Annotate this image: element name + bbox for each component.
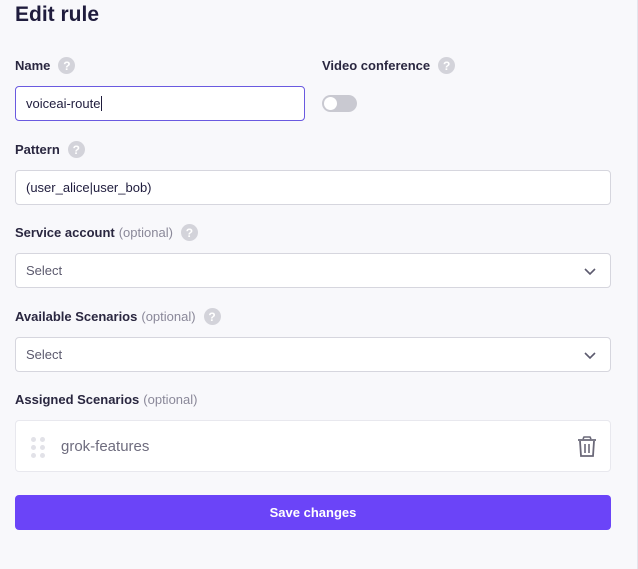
pattern-label: Pattern ? — [15, 141, 85, 158]
assigned-scenario-item: grok-features — [15, 420, 611, 472]
video-conference-toggle[interactable] — [322, 95, 357, 112]
question-circle-icon[interactable]: ? — [180, 224, 198, 241]
video-conference-label-text: Video conference — [322, 58, 431, 73]
toggle-knob — [324, 97, 337, 110]
save-changes-button[interactable]: Save changes — [15, 495, 611, 530]
service-account-selected: Select — [26, 263, 63, 278]
page-title: Edit rule — [15, 3, 100, 26]
available-scenarios-selected: Select — [26, 347, 63, 362]
service-account-select[interactable]: Select — [15, 253, 611, 288]
scenario-name: grok-features — [61, 438, 150, 455]
question-circle-icon[interactable]: ? — [58, 57, 76, 74]
service-account-label: Service account (optional) ? — [15, 224, 198, 241]
video-conference-label: Video conference ? — [322, 57, 456, 74]
question-circle-icon[interactable]: ? — [67, 141, 85, 158]
question-circle-icon[interactable]: ? — [438, 57, 456, 74]
pattern-input-value: (user_alice|user_bob) — [26, 180, 152, 195]
available-scenarios-label: Available Scenarios (optional) ? — [15, 308, 221, 325]
assigned-scenarios-label: Assigned Scenarios (optional) — [15, 392, 197, 407]
question-circle-icon[interactable]: ? — [203, 308, 221, 325]
optional-hint: (optional) — [118, 225, 173, 240]
chevron-down-icon — [584, 267, 596, 275]
name-input-value: voiceai-route — [26, 96, 101, 111]
drag-handle-icon[interactable] — [31, 437, 47, 458]
service-account-label-text: Service account — [15, 225, 115, 240]
optional-hint: (optional) — [143, 392, 198, 407]
available-scenarios-select[interactable]: Select — [15, 337, 611, 372]
name-label: Name ? — [15, 57, 76, 74]
pattern-input[interactable]: (user_alice|user_bob) — [15, 170, 611, 205]
chevron-down-icon — [584, 351, 596, 359]
pattern-label-text: Pattern — [15, 142, 60, 157]
assigned-scenarios-label-text: Assigned Scenarios — [15, 392, 140, 407]
available-scenarios-label-text: Available Scenarios — [15, 309, 138, 324]
name-label-text: Name — [15, 58, 51, 73]
optional-hint: (optional) — [141, 309, 196, 324]
name-input[interactable]: voiceai-route — [15, 86, 305, 121]
text-caret — [101, 96, 103, 111]
trash-icon[interactable] — [577, 436, 597, 458]
edit-rule-panel: Edit rule Name ? voiceai-route Video con… — [0, 0, 638, 569]
